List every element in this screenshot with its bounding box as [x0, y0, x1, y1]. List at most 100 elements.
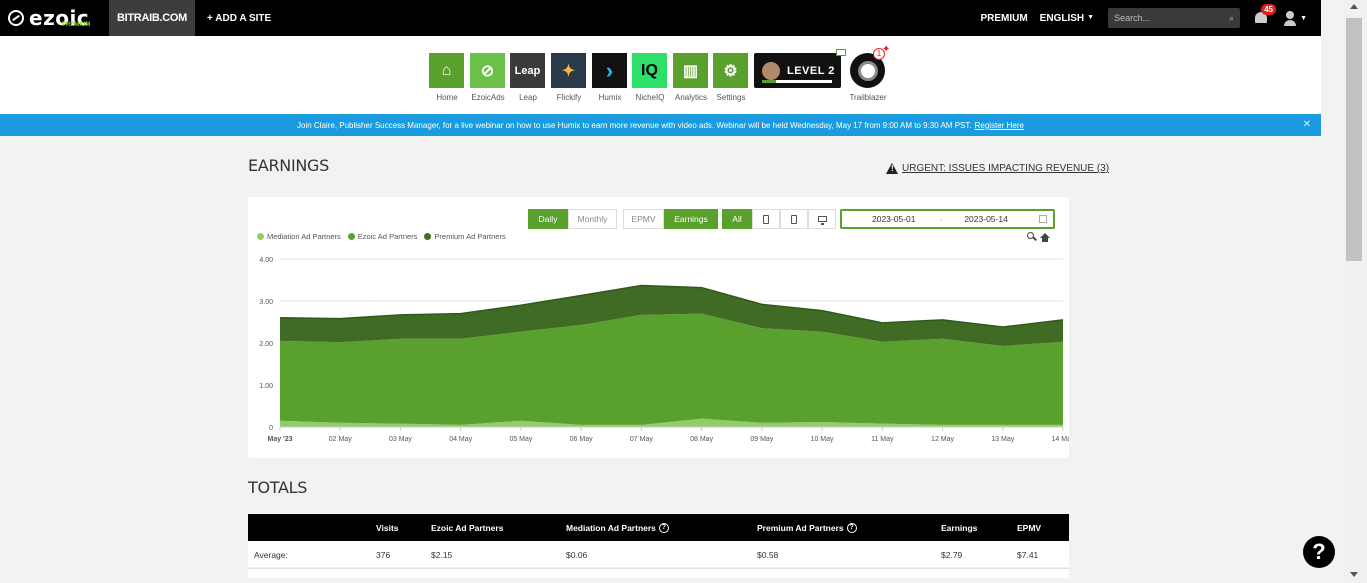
- notifications-button[interactable]: 45: [1252, 4, 1276, 27]
- x-tick-label: 13 May: [991, 436, 1014, 443]
- page-scrollbar[interactable]: [1343, 0, 1367, 583]
- x-tick-label: May '23: [267, 436, 292, 443]
- level-text: LEVEL 2: [787, 64, 835, 77]
- legend-swatch: [257, 233, 264, 240]
- level-progress-bar: [762, 80, 832, 83]
- flickify-icon: ✦: [551, 53, 586, 88]
- date-end: 2023-05-14: [964, 214, 1008, 224]
- warning-icon: [886, 163, 898, 174]
- caret-down-icon: ▼: [1300, 14, 1307, 22]
- column-header-epmv: EPMV: [1017, 522, 1042, 533]
- legend-swatch: [424, 233, 432, 240]
- all-devices-button[interactable]: All: [722, 209, 752, 229]
- legend-item[interactable]: Premium Ad Partners: [424, 232, 506, 241]
- calendar-icon: [1039, 215, 1047, 223]
- x-tick-label: 10 May: [811, 436, 834, 443]
- chart-tools: [1027, 232, 1050, 242]
- x-tick-label: 07 May: [630, 436, 653, 443]
- language-selector[interactable]: ENGLISH ▼: [1040, 13, 1094, 24]
- settings-icon: ⚙: [713, 53, 748, 88]
- cell-earnings: $2.79: [941, 549, 963, 560]
- app-settings[interactable]: ⚙ Settings: [713, 53, 749, 102]
- language-label: ENGLISH: [1039, 12, 1085, 24]
- tablet-button[interactable]: [752, 209, 780, 229]
- notification-count-badge: 45: [1261, 4, 1276, 15]
- period-toggle: Daily Monthly: [528, 209, 617, 229]
- help-icon[interactable]: ?: [658, 522, 669, 533]
- cell-epmv: $7.41: [1017, 549, 1039, 560]
- ezoic-logo[interactable]: ezoic PREMIUM: [0, 0, 109, 36]
- earnings-chart-card: 0 1.00 2.00 3.00 4.00 May '23 02 May 03 May 04 M…: [248, 197, 1069, 458]
- column-header-ezoic: Ezoic Ad Partners: [431, 522, 504, 533]
- cell-premium: $0.58: [757, 549, 779, 560]
- add-site-link[interactable]: + ADD A SITE: [207, 13, 271, 24]
- legend-swatch: [347, 233, 355, 240]
- cell-visits: 376: [376, 549, 391, 560]
- site-selector[interactable]: BITRAIB.COM: [109, 0, 195, 36]
- tablet-icon: [763, 214, 769, 224]
- y-tick-label: 3.00: [259, 299, 273, 306]
- x-tick-label: 05 May: [509, 436, 532, 443]
- table-row: [248, 568, 1069, 578]
- daily-button[interactable]: Daily: [528, 209, 568, 229]
- ezoic-logo-icon: [8, 10, 24, 26]
- trailblazer-app[interactable]: 1 ✦ Trailblazer: [849, 44, 890, 102]
- urgent-issues-link[interactable]: URGENT: ISSUES IMPACTING REVENUE (3): [886, 163, 1109, 174]
- row-label: Average:: [254, 549, 288, 560]
- zoom-icon[interactable]: [1027, 232, 1034, 239]
- reset-zoom-home-icon[interactable]: [1040, 233, 1050, 242]
- search-icon: ⌕: [1229, 12, 1235, 23]
- metric-toggle: EPMV Earnings: [623, 209, 718, 229]
- close-icon[interactable]: ✕: [1303, 119, 1311, 130]
- y-tick-label: 0: [269, 425, 273, 432]
- legend-item[interactable]: Mediation Ad Partners: [257, 232, 341, 241]
- help-icon[interactable]: ?: [846, 522, 857, 533]
- register-link[interactable]: Register Here: [975, 121, 1024, 130]
- x-tick-label: 12 May: [931, 436, 954, 443]
- x-tick-label: 02 May: [329, 436, 352, 443]
- column-header-premium: Premium Ad Partners?: [757, 514, 857, 541]
- premium-link[interactable]: PREMIUM: [980, 13, 1027, 24]
- x-tick-label: 06 May: [570, 436, 593, 443]
- humix-icon: ›: [592, 53, 627, 88]
- x-tick-label: 08 May: [690, 436, 713, 443]
- earnings-button[interactable]: Earnings: [664, 209, 718, 229]
- date-separator: -: [939, 214, 943, 224]
- legend-item[interactable]: Ezoic Ad Partners: [347, 232, 417, 241]
- search-input[interactable]: Search... ⌕: [1108, 8, 1241, 28]
- monthly-button[interactable]: Monthly: [568, 209, 617, 229]
- mobile-button[interactable]: [780, 209, 808, 229]
- level-badge[interactable]: LEVEL 2: [754, 53, 841, 88]
- user-menu[interactable]: ▼: [1284, 10, 1307, 26]
- banner-text: Join Claire, Publisher Success Manager, …: [297, 120, 972, 130]
- scroll-down-icon[interactable]: [1350, 572, 1358, 577]
- top-navigation-bar: ezoic PREMIUM BITRAIB.COM + ADD A SITE P…: [0, 0, 1321, 36]
- cell-ezoic: $2.15: [431, 549, 453, 560]
- column-header-earnings: Earnings: [941, 522, 978, 533]
- date-range-picker[interactable]: 2023-05-01 - 2023-05-14: [840, 209, 1055, 229]
- epmv-button[interactable]: EPMV: [623, 209, 664, 229]
- user-icon: [1284, 10, 1297, 26]
- nicheiq-icon: IQ: [632, 53, 667, 88]
- table-row: Average: 376 $2.15 $0.06 $0.58 $2.79 $7.…: [248, 541, 1069, 568]
- mobile-icon: [791, 214, 797, 224]
- desktop-button[interactable]: [808, 209, 836, 229]
- earnings-title: EARNINGS: [248, 156, 329, 175]
- column-header-mediation: Mediation Ad Partners?: [566, 514, 669, 541]
- totals-table: Visits Ezoic Ad Partners Mediation Ad Pa…: [248, 514, 1069, 578]
- scroll-thumb[interactable]: [1346, 18, 1362, 261]
- x-tick-label: 04 May: [449, 436, 472, 443]
- legend-label: Mediation Ad Partners: [267, 232, 341, 241]
- trailblazer-label: Trailblazer: [849, 93, 887, 102]
- y-tick-label: 1.00: [259, 383, 273, 390]
- device-toggle: All: [722, 209, 836, 229]
- sparkle-icon: ✦: [882, 44, 891, 55]
- caret-down-icon: ▼: [1087, 14, 1095, 22]
- date-start: 2023-05-01: [872, 214, 916, 224]
- cell-mediation: $0.06: [566, 549, 588, 560]
- mail-icon[interactable]: [836, 49, 846, 56]
- urgent-issues-text: URGENT: ISSUES IMPACTING REVENUE (3): [902, 163, 1110, 174]
- help-button[interactable]: ?: [1303, 536, 1335, 568]
- home-icon: ⌂: [429, 53, 464, 88]
- scroll-up-icon[interactable]: [1350, 4, 1358, 9]
